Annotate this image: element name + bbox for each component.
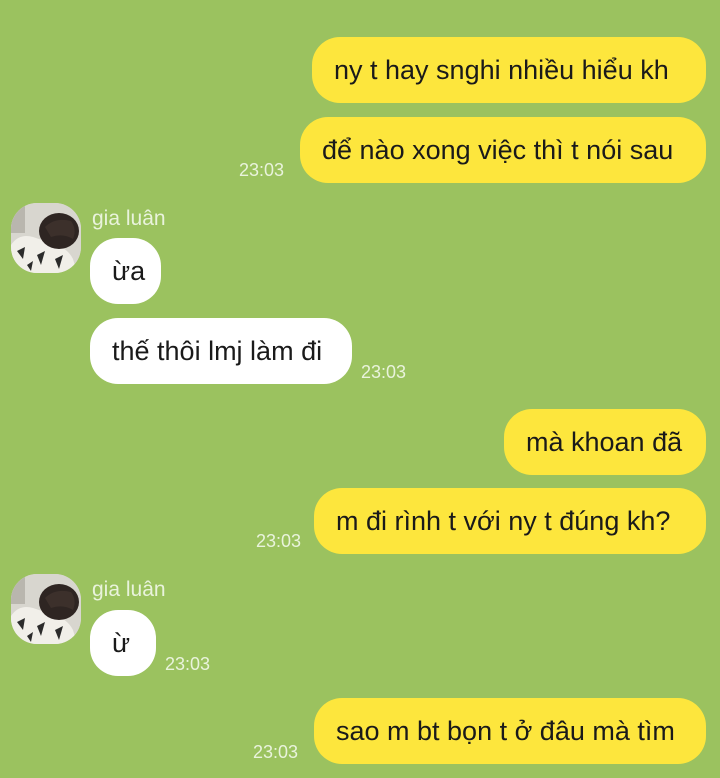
message-bubble-outgoing[interactable]: m đi rình t với ny t đúng kh? — [314, 488, 706, 554]
message-bubble-incoming[interactable]: ừ — [90, 610, 156, 676]
message-timestamp: 23:03 — [165, 654, 211, 674]
message-timestamp: 23:03 — [256, 531, 302, 551]
avatar-gia-luan[interactable] — [11, 203, 81, 273]
chat-conversation: ny t hay snghi nhiều hiểu kh để nào xong… — [0, 0, 720, 778]
avatar-gia-luan[interactable] — [11, 574, 81, 644]
message-bubble-incoming[interactable]: ừa — [90, 238, 161, 304]
avatar-photo — [11, 203, 81, 273]
message-bubble-incoming[interactable]: thế thôi lmj làm đi — [90, 318, 352, 384]
avatar-photo — [11, 574, 81, 644]
message-timestamp: 23:03 — [361, 362, 407, 382]
message-bubble-outgoing[interactable]: sao m bt bọn t ở đâu mà tìm — [314, 698, 706, 764]
sender-name: gia luân — [92, 578, 166, 601]
message-timestamp: 23:03 — [239, 160, 285, 180]
sender-name: gia luân — [92, 207, 166, 230]
message-bubble-outgoing[interactable]: mà khoan đã — [504, 409, 706, 475]
message-bubble-outgoing[interactable]: để nào xong việc thì t nói sau — [300, 117, 706, 183]
message-bubble-outgoing[interactable]: ny t hay snghi nhiều hiểu kh — [312, 37, 706, 103]
message-timestamp: 23:03 — [253, 742, 299, 762]
